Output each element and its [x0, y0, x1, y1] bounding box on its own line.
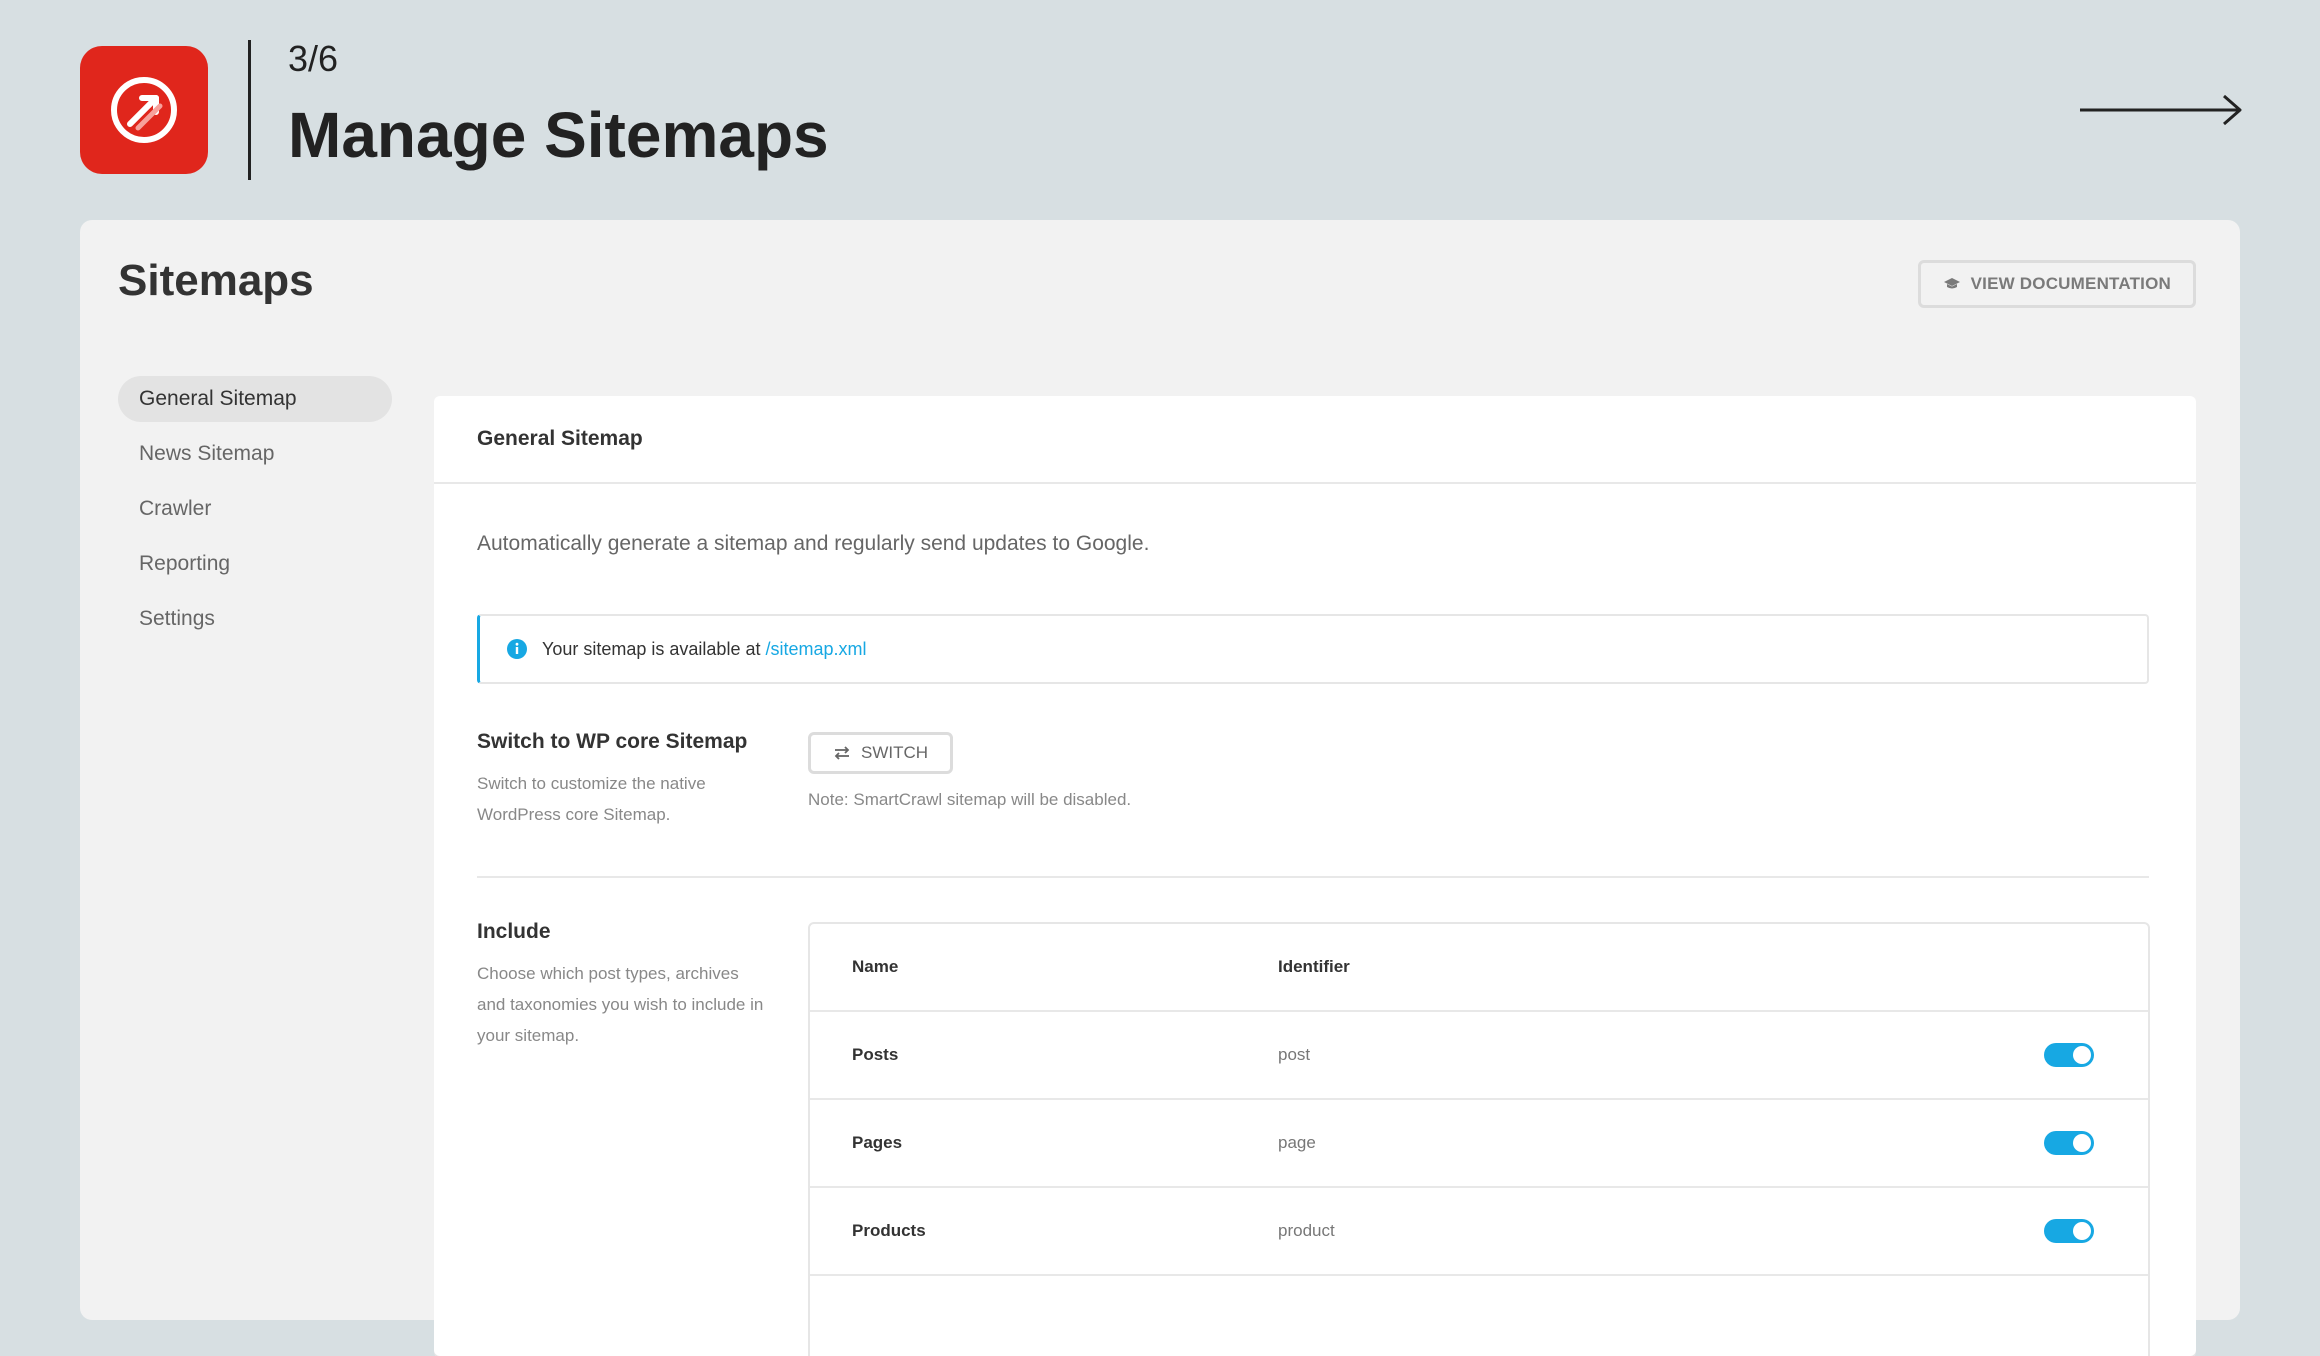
sidebar: General Sitemap News Sitemap Crawler Rep… — [118, 376, 392, 651]
row-identifier: product — [1278, 1221, 1335, 1240]
panel-title: Sitemaps — [118, 256, 314, 305]
view-documentation-button[interactable]: VIEW DOCUMENTATION — [1917, 260, 2196, 308]
include-section-help: Choose which post types, archives and ta… — [477, 964, 764, 1045]
switch-section-label: Switch to WP core Sitemap — [477, 730, 748, 753]
smartcrawl-logo-icon — [111, 77, 177, 143]
sidebar-item-reporting[interactable]: Reporting — [118, 541, 392, 587]
switch-button-label: SWITCH — [861, 743, 929, 762]
graduation-cap-icon — [1943, 278, 1960, 289]
arrow-right-icon[interactable] — [2078, 92, 2244, 128]
row-name: Posts — [852, 1045, 899, 1064]
table-header-row: Name Identifier — [810, 924, 2148, 1012]
column-header-name: Name — [852, 957, 899, 976]
sidebar-item-label: Reporting — [139, 552, 231, 575]
table-row: Products product — [810, 1188, 2148, 1276]
switch-section-help: Switch to customize the native WordPress… — [477, 774, 706, 824]
row-name: Pages — [852, 1133, 903, 1152]
app-logo — [80, 46, 208, 174]
notice-text: Your sitemap is available at — [542, 638, 761, 659]
sidebar-item-label: Crawler — [139, 497, 212, 520]
row-identifier: page — [1278, 1133, 1316, 1152]
sidebar-item-general-sitemap[interactable]: General Sitemap — [118, 376, 392, 422]
content-description: Automatically generate a sitemap and reg… — [477, 532, 1150, 555]
table-row — [810, 1276, 2148, 1356]
row-name: Products — [852, 1221, 926, 1240]
include-section-label: Include — [477, 920, 551, 943]
section-divider — [477, 876, 2149, 878]
header-divider — [248, 40, 251, 180]
view-documentation-label: VIEW DOCUMENTATION — [1970, 274, 2171, 293]
include-toggle-pages[interactable] — [2044, 1131, 2094, 1155]
column-header-identifier: Identifier — [1278, 957, 1350, 976]
sitemap-notice: Your sitemap is available at /sitemap.xm… — [477, 614, 2149, 684]
switch-note: Note: SmartCrawl sitemap will be disable… — [808, 790, 1132, 809]
swap-arrows-icon — [834, 746, 850, 760]
info-icon — [507, 639, 527, 659]
table-row: Pages page — [810, 1100, 2148, 1188]
content-header: General Sitemap — [434, 396, 2196, 484]
main-panel: Sitemaps VIEW DOCUMENTATION General Site… — [80, 220, 2240, 1356]
sidebar-item-crawler[interactable]: Crawler — [118, 486, 392, 532]
sidebar-item-settings[interactable]: Settings — [118, 596, 392, 642]
sidebar-item-label: Settings — [139, 607, 215, 630]
sidebar-item-label: General Sitemap — [139, 387, 297, 410]
content-box: General Sitemap Automatically generate a… — [434, 396, 2196, 1356]
sitemap-link[interactable]: /sitemap.xml — [765, 639, 866, 660]
switch-button[interactable]: SWITCH — [808, 732, 954, 774]
page-title: Manage Sitemaps — [288, 99, 829, 171]
row-identifier: post — [1278, 1045, 1311, 1064]
include-toggle-posts[interactable] — [2044, 1043, 2094, 1067]
include-table: Name Identifier Posts post Pages page Pr… — [808, 922, 2150, 1356]
table-row: Posts post — [810, 1012, 2148, 1100]
sidebar-item-news-sitemap[interactable]: News Sitemap — [118, 431, 392, 477]
include-toggle-products[interactable] — [2044, 1219, 2094, 1243]
sidebar-item-label: News Sitemap — [139, 442, 275, 465]
step-counter: 3/6 — [288, 38, 339, 79]
